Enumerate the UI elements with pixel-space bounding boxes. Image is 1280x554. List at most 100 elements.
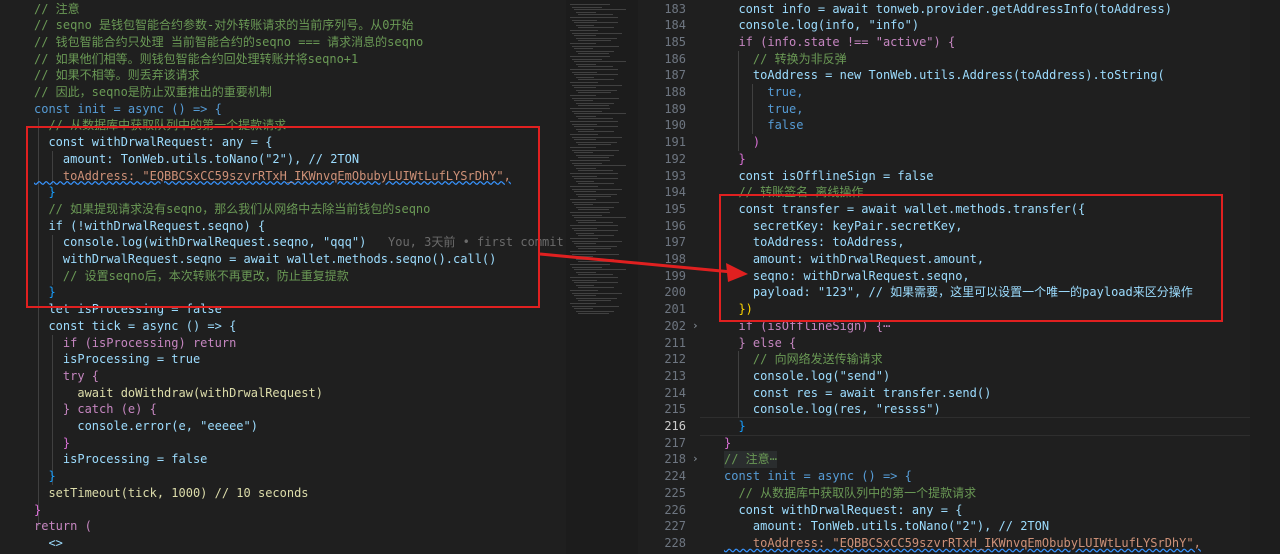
code-line: // 因此，seqno是防止双重推出的重要机制 — [34, 85, 272, 99]
code-line: isProcessing = false — [34, 452, 208, 467]
code-line: console.log(res, "ressss") — [724, 402, 941, 417]
minimap-row — [570, 95, 596, 96]
line-number: 211 — [664, 335, 686, 350]
code-line: console.error(e, "eeeee") — [34, 419, 258, 433]
code-line: setTimeout(tick, 1000) // 10 seconds — [34, 485, 309, 500]
line-number: 193 — [664, 168, 686, 183]
line-number: 198 — [664, 252, 686, 266]
code-line: // 钱包智能合约只处理 当前智能合约的seqno === 请求消息的seqno — [34, 34, 424, 49]
minimap-row — [570, 277, 618, 278]
minimap-row — [570, 212, 610, 213]
minimap-row — [578, 14, 613, 16]
line-number: 185 — [664, 34, 686, 49]
minimap-row — [578, 300, 611, 302]
line-number: 213 — [664, 368, 686, 383]
code-line: const isOfflineSign = false — [724, 168, 934, 183]
code-line: console.log(info, "info") — [724, 18, 920, 33]
minimap-row — [572, 6, 602, 8]
minimap-row — [574, 74, 618, 76]
minimap-row — [572, 162, 602, 164]
minimap-row — [574, 191, 596, 193]
minimap-row — [576, 63, 596, 65]
minimap-row — [574, 139, 596, 141]
minimap-row — [574, 217, 626, 219]
minimap-row — [576, 180, 594, 182]
minimap-row — [578, 196, 611, 198]
minimap-row — [572, 110, 602, 112]
left-code-editor[interactable]: // 注意 // seqno 是钱包智能合约参数-对外转账请求的当前序列号。从0… — [0, 0, 566, 554]
minimap-row — [572, 201, 619, 203]
scrollbar-right[interactable] — [1250, 0, 1280, 554]
minimap-row — [578, 248, 611, 250]
annotation-box-right — [719, 194, 1223, 322]
code-line: if (info.state !== "active") { — [724, 34, 956, 49]
minimap-row — [576, 297, 617, 299]
minimap-row — [574, 282, 618, 284]
minimap-row — [578, 144, 611, 146]
minimap-row — [578, 274, 613, 276]
minimap-row — [574, 61, 626, 63]
line-number-active: 216 — [664, 419, 686, 433]
code-line: ) — [724, 135, 761, 150]
line-number: 191 — [664, 135, 686, 150]
minimap-row — [574, 152, 593, 154]
minimap-left[interactable] — [566, 0, 638, 554]
minimap-row — [570, 121, 618, 122]
minimap-row — [572, 227, 597, 229]
minimap-row — [574, 165, 626, 167]
minimap-row — [574, 243, 596, 245]
minimap-row — [578, 53, 609, 55]
minimap-row — [578, 27, 614, 29]
code-line: amount: TonWeb.utils.toNano("2"), // 2TO… — [724, 519, 1050, 534]
minimap-row — [570, 238, 598, 239]
right-code-editor[interactable]: 183 184 185 186 187 188 189 190 191 192 … — [652, 0, 1250, 554]
line-number: 188 — [664, 85, 686, 99]
minimap-row — [578, 183, 614, 185]
code-line: // 从数据库中获取队列中的第一个提款请求 — [724, 485, 977, 500]
fold-expand-icon[interactable]: › — [692, 318, 699, 335]
minimap-row — [574, 295, 596, 297]
code-line: // 向网络发送传输请求 — [724, 352, 883, 367]
fold-expand-icon[interactable]: › — [692, 451, 699, 468]
code-line: // 如果不相等。则丢弃该请求 — [34, 68, 200, 83]
minimap-row — [570, 264, 610, 265]
minimap-row — [570, 290, 598, 291]
minimap-row — [574, 87, 596, 89]
minimap-row — [578, 170, 613, 172]
line-number: 224 — [664, 469, 686, 484]
minimap-row — [572, 240, 622, 242]
line-number: 202 — [664, 318, 686, 333]
minimap-row — [576, 245, 617, 247]
minimap-row — [570, 82, 598, 83]
minimap-row — [576, 89, 617, 91]
line-number: 187 — [664, 68, 686, 83]
minimap-row — [578, 287, 614, 289]
minimap-row — [574, 22, 618, 24]
line-number: 189 — [664, 101, 686, 116]
minimap-row — [572, 84, 622, 86]
minimap-row — [570, 225, 618, 226]
minimap-row — [574, 269, 626, 271]
line-number: 201 — [664, 302, 686, 317]
code-line: } — [34, 502, 42, 517]
line-number: 184 — [664, 18, 686, 33]
line-number: 200 — [664, 285, 686, 300]
minimap-row — [570, 199, 596, 200]
minimap-row — [576, 232, 594, 234]
minimap-row — [570, 173, 618, 174]
annotation-box-left — [26, 126, 540, 308]
code-line: try { — [34, 368, 100, 383]
minimap-row — [578, 261, 609, 263]
minimap-row — [576, 128, 594, 130]
line-number: 196 — [664, 218, 686, 233]
scrollbar-left[interactable] — [638, 0, 653, 554]
minimap-row — [576, 37, 617, 39]
minimap-row — [576, 76, 594, 78]
minimap-row — [574, 113, 626, 115]
code-line: const tick = async () => { — [34, 318, 237, 333]
minimap-row — [572, 188, 622, 190]
minimap-row — [572, 175, 597, 177]
current-line-highlight — [700, 417, 1250, 436]
minimap-row — [570, 108, 610, 109]
minimap-row — [574, 126, 618, 128]
